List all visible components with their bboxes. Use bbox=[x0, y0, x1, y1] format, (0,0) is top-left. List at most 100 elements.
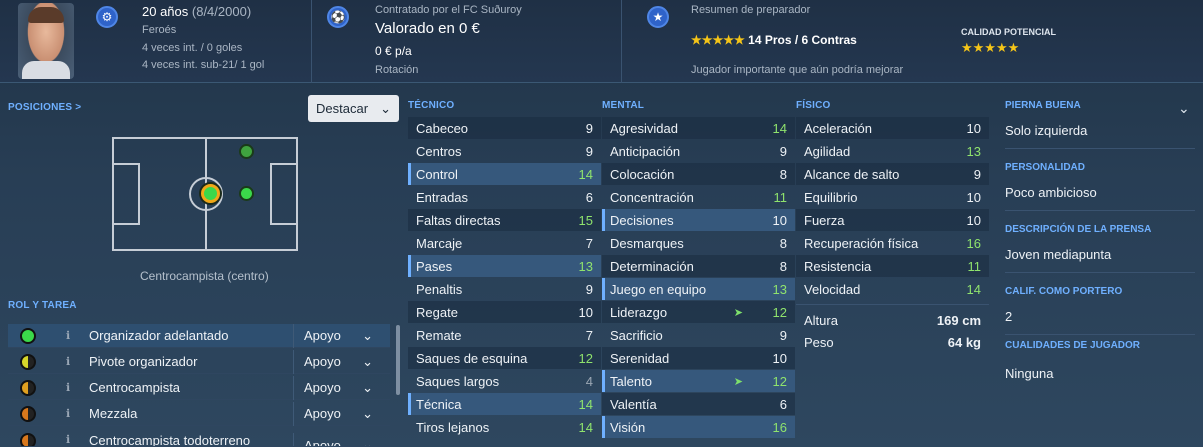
attribute-name: Resistencia bbox=[804, 258, 872, 274]
attribute-row[interactable]: Tiros lejanos 14 bbox=[408, 416, 601, 438]
attribute-row[interactable]: Desmarques 8 bbox=[602, 232, 795, 254]
player-header: ⚙ 20 años (8/4/2000) Feroés 4 veces int.… bbox=[0, 0, 1203, 83]
position-dot-amc-alt bbox=[239, 186, 254, 201]
role-suitability-icon bbox=[20, 433, 36, 446]
attribute-row[interactable]: Entradas 6 bbox=[408, 186, 601, 208]
potential-label: CALIDAD POTENCIAL bbox=[961, 27, 1056, 37]
duty-select[interactable]: Apoyo ⌄ bbox=[293, 401, 383, 426]
role-row[interactable]: ℹ Centrocampista todoterreno Apoyo ⌄ bbox=[8, 428, 390, 447]
attribute-name: Centros bbox=[416, 143, 462, 159]
attribute-row[interactable]: Agresividad 14 bbox=[602, 117, 795, 139]
attribute-name: Desmarques bbox=[610, 235, 684, 251]
attribute-row[interactable]: Aceleración 10 bbox=[796, 117, 989, 139]
coach-report-label: Resumen de preparador bbox=[691, 4, 811, 16]
duty-select[interactable]: Apoyo ⌄ bbox=[293, 323, 383, 348]
role-suitability-icon bbox=[20, 353, 36, 370]
attribute-value: 14 bbox=[578, 396, 593, 412]
attribute-row[interactable]: Alcance de salto 9 bbox=[796, 163, 989, 185]
attribute-name: Remate bbox=[416, 327, 462, 343]
attribute-row[interactable]: Valentía 6 bbox=[602, 393, 795, 415]
gk-rating-value: 2 bbox=[1005, 309, 1013, 324]
duty-select[interactable]: Apoyo ⌄ bbox=[293, 349, 383, 374]
attribute-value: 11 bbox=[773, 189, 788, 205]
attribute-row[interactable]: Saques largos 4 bbox=[408, 370, 601, 392]
role-name: Organizador adelantado bbox=[89, 328, 229, 343]
role-name: Centrocampista todoterreno bbox=[89, 433, 251, 447]
attribute-row[interactable]: Cabeceo 9 bbox=[408, 117, 601, 139]
player-avatar bbox=[18, 3, 74, 79]
chevron-down-icon: ⌄ bbox=[362, 379, 373, 395]
info-icon[interactable]: ℹ bbox=[66, 407, 80, 420]
role-row[interactable]: ℹ Organizador adelantado Apoyo ⌄ bbox=[8, 323, 390, 348]
attribute-row[interactable]: Visión 16 bbox=[602, 416, 795, 438]
chevron-down-icon[interactable]: ⌄ bbox=[1178, 100, 1190, 117]
info-icon[interactable]: ℹ bbox=[66, 329, 80, 342]
attribute-row[interactable]: Determinación 8 bbox=[602, 255, 795, 277]
attribute-value: 12 bbox=[772, 373, 787, 389]
attribute-row[interactable]: Control 14 bbox=[408, 163, 601, 185]
role-suitability-icon bbox=[20, 405, 36, 422]
duty-select[interactable]: Apoyo ⌄ bbox=[293, 433, 383, 446]
positions-title[interactable]: POSICIONES > bbox=[8, 102, 81, 113]
attribute-row[interactable]: Recuperación física 16 bbox=[796, 232, 989, 254]
attribute-row[interactable]: Pases 13 bbox=[408, 255, 601, 277]
attribute-row[interactable]: Concentración 11 bbox=[602, 186, 795, 208]
attribute-row[interactable]: Regate 10 bbox=[408, 301, 601, 323]
attribute-row[interactable]: Liderazgo ➤ 12 bbox=[602, 301, 795, 323]
attribute-value: 10 bbox=[966, 189, 981, 205]
role-suitability-icon bbox=[20, 327, 36, 344]
attribute-row[interactable]: Centros 9 bbox=[408, 140, 601, 162]
attribute-value: 8 bbox=[779, 258, 787, 274]
info-icon[interactable]: ℹ bbox=[66, 433, 80, 446]
key-attribute-icon: ➤ bbox=[733, 375, 743, 388]
attribute-row[interactable]: Equilibrio 10 bbox=[796, 186, 989, 208]
attribute-row[interactable]: Resistencia 11 bbox=[796, 255, 989, 277]
player-nationality: Feroés bbox=[142, 24, 177, 36]
attribute-row[interactable]: Penaltis 9 bbox=[408, 278, 601, 300]
info-icon[interactable]: ℹ bbox=[66, 381, 80, 394]
mental-title: MENTAL bbox=[602, 100, 645, 111]
attribute-row[interactable]: Saques de esquina 12 bbox=[408, 347, 601, 369]
attribute-name: Técnica bbox=[416, 396, 462, 412]
info-icon[interactable]: ℹ bbox=[66, 355, 80, 368]
attribute-row[interactable]: Velocidad 14 bbox=[796, 278, 989, 300]
attribute-value: 13 bbox=[966, 143, 981, 159]
attribute-row[interactable]: Talento ➤ 12 bbox=[602, 370, 795, 392]
attribute-row[interactable]: Técnica 14 bbox=[408, 393, 601, 415]
attribute-row[interactable]: Sacrificio 9 bbox=[602, 324, 795, 346]
star-badge-icon: ★ bbox=[647, 6, 669, 28]
attribute-row[interactable]: Faltas directas 15 bbox=[408, 209, 601, 231]
attribute-name: Valentía bbox=[610, 396, 657, 412]
attribute-name: Control bbox=[416, 166, 458, 182]
position-dot-amc bbox=[239, 144, 254, 159]
attribute-name: Equilibrio bbox=[804, 189, 858, 205]
attribute-row[interactable]: Agilidad 13 bbox=[796, 140, 989, 162]
role-row[interactable]: ℹ Pivote organizador Apoyo ⌄ bbox=[8, 349, 390, 374]
attribute-row[interactable]: Fuerza 10 bbox=[796, 209, 989, 231]
attribute-value: 12 bbox=[578, 350, 593, 366]
attribute-row[interactable]: Marcaje 7 bbox=[408, 232, 601, 254]
attribute-name: Saques largos bbox=[416, 373, 500, 389]
role-row[interactable]: ℹ Centrocampista Apoyo ⌄ bbox=[8, 375, 390, 400]
role-name: Pivote organizador bbox=[89, 354, 198, 369]
attribute-row[interactable]: Anticipación 9 bbox=[602, 140, 795, 162]
highlight-select[interactable]: Destacar ⌄ bbox=[308, 95, 399, 122]
roles-scrollbar[interactable] bbox=[396, 325, 400, 395]
attribute-name: Colocación bbox=[610, 166, 675, 182]
qualities-label: CUALIDADES DE JUGADOR bbox=[1005, 340, 1141, 351]
attribute-row[interactable]: Remate 7 bbox=[408, 324, 601, 346]
attribute-name: Cabeceo bbox=[416, 120, 469, 136]
attribute-row[interactable]: Colocación 8 bbox=[602, 163, 795, 185]
attribute-row[interactable]: Juego en equipo 13 bbox=[602, 278, 795, 300]
attribute-name: Alcance de salto bbox=[804, 166, 900, 182]
foot-value: Solo izquierda bbox=[1005, 123, 1088, 138]
attribute-value: 7 bbox=[585, 235, 593, 251]
attribute-name: Recuperación física bbox=[804, 235, 919, 251]
role-name: Mezzala bbox=[89, 406, 138, 421]
duty-select[interactable]: Apoyo ⌄ bbox=[293, 375, 383, 400]
attribute-row[interactable]: Decisiones 10 bbox=[602, 209, 795, 231]
role-row[interactable]: ℹ Mezzala Apoyo ⌄ bbox=[8, 401, 390, 426]
attribute-value: 12 bbox=[772, 304, 787, 320]
attribute-row[interactable]: Serenidad 10 bbox=[602, 347, 795, 369]
position-name: Centrocampista (centro) bbox=[140, 269, 269, 283]
